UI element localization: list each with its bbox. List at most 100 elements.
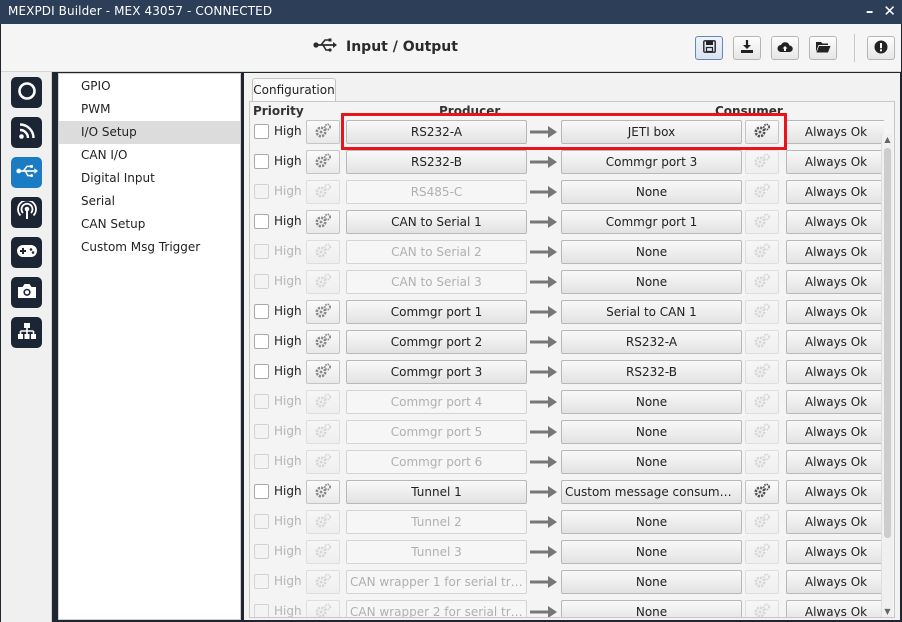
consumer-select[interactable]: Commgr port 1 bbox=[561, 210, 742, 234]
rows-scrollbar[interactable]: ▲ ▼ bbox=[881, 134, 893, 617]
producer-settings-button[interactable] bbox=[306, 540, 340, 564]
status-select[interactable]: Always Ok bbox=[786, 180, 884, 204]
consumer-settings-button[interactable] bbox=[745, 330, 779, 354]
producer-settings-button[interactable] bbox=[306, 450, 340, 474]
status-select[interactable]: Always Ok bbox=[786, 450, 884, 474]
priority-checkbox[interactable] bbox=[254, 424, 269, 439]
nav-feed-button[interactable] bbox=[11, 117, 42, 148]
producer-settings-button[interactable] bbox=[306, 420, 340, 444]
consumer-settings-button[interactable] bbox=[745, 300, 779, 324]
producer-settings-button[interactable] bbox=[306, 300, 340, 324]
consumer-settings-button[interactable] bbox=[745, 540, 779, 564]
producer-select[interactable]: Tunnel 2 bbox=[346, 510, 527, 534]
consumer-select[interactable]: None bbox=[561, 570, 742, 594]
consumer-select[interactable]: Serial to CAN 1 bbox=[561, 300, 742, 324]
producer-settings-button[interactable] bbox=[306, 240, 340, 264]
priority-checkbox[interactable] bbox=[254, 454, 269, 469]
status-select[interactable]: Always Ok bbox=[786, 510, 884, 534]
priority-checkbox[interactable] bbox=[254, 334, 269, 349]
consumer-select[interactable]: None bbox=[561, 270, 742, 294]
submenu-item-can-io[interactable]: CAN I/O bbox=[59, 144, 240, 167]
status-select[interactable]: Always Ok bbox=[786, 480, 884, 504]
nav-status-button[interactable] bbox=[11, 77, 42, 108]
consumer-select[interactable]: None bbox=[561, 600, 742, 617]
nav-camera-button[interactable] bbox=[11, 277, 42, 308]
consumer-settings-button[interactable] bbox=[745, 510, 779, 534]
consumer-select[interactable]: RS232-A bbox=[561, 330, 742, 354]
priority-checkbox[interactable] bbox=[254, 214, 269, 229]
cloud-upload-button[interactable] bbox=[771, 36, 799, 60]
status-select[interactable]: Always Ok bbox=[786, 540, 884, 564]
consumer-select[interactable]: None bbox=[561, 540, 742, 564]
producer-settings-button[interactable] bbox=[306, 480, 340, 504]
priority-checkbox[interactable] bbox=[254, 574, 269, 589]
producer-settings-button[interactable] bbox=[306, 330, 340, 354]
consumer-settings-button[interactable] bbox=[745, 390, 779, 414]
consumer-settings-button[interactable] bbox=[745, 450, 779, 474]
status-select[interactable]: Always Ok bbox=[786, 150, 884, 174]
consumer-settings-button[interactable] bbox=[745, 270, 779, 294]
priority-checkbox[interactable] bbox=[254, 124, 269, 139]
consumer-select[interactable]: None bbox=[561, 180, 742, 204]
nav-gamepad-button[interactable] bbox=[11, 237, 42, 268]
submenu-item-serial[interactable]: Serial bbox=[59, 190, 240, 213]
priority-checkbox[interactable] bbox=[254, 184, 269, 199]
consumer-settings-button[interactable] bbox=[745, 150, 779, 174]
priority-checkbox[interactable] bbox=[254, 484, 269, 499]
producer-select[interactable]: CAN to Serial 1 bbox=[346, 210, 527, 234]
producer-settings-button[interactable] bbox=[306, 120, 340, 144]
scrollbar-thumb[interactable] bbox=[884, 148, 891, 538]
producer-settings-button[interactable] bbox=[306, 510, 340, 534]
producer-settings-button[interactable] bbox=[306, 390, 340, 414]
producer-select[interactable]: Commgr port 3 bbox=[346, 360, 527, 384]
status-select[interactable]: Always Ok bbox=[786, 330, 884, 354]
consumer-settings-button[interactable] bbox=[745, 570, 779, 594]
close-button[interactable]: ✕ bbox=[883, 2, 896, 20]
status-select[interactable]: Always Ok bbox=[786, 570, 884, 594]
consumer-settings-button[interactable] bbox=[745, 360, 779, 384]
producer-select[interactable]: RS232-B bbox=[346, 150, 527, 174]
status-select[interactable]: Always Ok bbox=[786, 120, 884, 144]
producer-select[interactable]: Commgr port 6 bbox=[346, 450, 527, 474]
nav-network-button[interactable] bbox=[11, 317, 42, 348]
priority-checkbox[interactable] bbox=[254, 514, 269, 529]
nav-sensor-button[interactable] bbox=[11, 197, 42, 228]
status-select[interactable]: Always Ok bbox=[786, 270, 884, 294]
producer-settings-button[interactable] bbox=[306, 180, 340, 204]
submenu-item-pwm[interactable]: PWM bbox=[59, 98, 240, 121]
priority-checkbox[interactable] bbox=[254, 274, 269, 289]
submenu-item-digital-input[interactable]: Digital Input bbox=[59, 167, 240, 190]
consumer-select[interactable]: None bbox=[561, 450, 742, 474]
consumer-select[interactable]: None bbox=[561, 390, 742, 414]
producer-settings-button[interactable] bbox=[306, 360, 340, 384]
status-select[interactable]: Always Ok bbox=[786, 300, 884, 324]
priority-checkbox[interactable] bbox=[254, 304, 269, 319]
download-button[interactable] bbox=[733, 36, 761, 60]
submenu-item-gpio[interactable]: GPIO bbox=[59, 75, 240, 98]
submenu-item-io-setup[interactable]: I/O Setup bbox=[59, 121, 240, 144]
minimize-button[interactable]: – bbox=[866, 2, 874, 20]
consumer-select[interactable]: Commgr port 3 bbox=[561, 150, 742, 174]
producer-select[interactable]: Commgr port 5 bbox=[346, 420, 527, 444]
priority-checkbox[interactable] bbox=[254, 544, 269, 559]
priority-checkbox[interactable] bbox=[254, 154, 269, 169]
status-select[interactable]: Always Ok bbox=[786, 210, 884, 234]
producer-settings-button[interactable] bbox=[306, 600, 340, 617]
status-select[interactable]: Always Ok bbox=[786, 240, 884, 264]
priority-checkbox[interactable] bbox=[254, 604, 269, 617]
help-button[interactable] bbox=[867, 36, 895, 60]
status-select[interactable]: Always Ok bbox=[786, 600, 884, 617]
producer-select[interactable]: Commgr port 1 bbox=[346, 300, 527, 324]
consumer-select[interactable]: Custom message consumer 1 bbox=[561, 480, 742, 504]
producer-settings-button[interactable] bbox=[306, 570, 340, 594]
producer-select[interactable]: Tunnel 3 bbox=[346, 540, 527, 564]
nav-io-button[interactable] bbox=[11, 157, 42, 188]
consumer-select[interactable]: None bbox=[561, 420, 742, 444]
status-select[interactable]: Always Ok bbox=[786, 420, 884, 444]
producer-select[interactable]: Commgr port 2 bbox=[346, 330, 527, 354]
producer-select[interactable]: Tunnel 1 bbox=[346, 480, 527, 504]
priority-checkbox[interactable] bbox=[254, 244, 269, 259]
consumer-settings-button[interactable] bbox=[745, 210, 779, 234]
producer-select[interactable]: CAN wrapper 2 for serial tran... bbox=[346, 600, 527, 617]
scroll-up-icon[interactable]: ▲ bbox=[882, 134, 893, 146]
